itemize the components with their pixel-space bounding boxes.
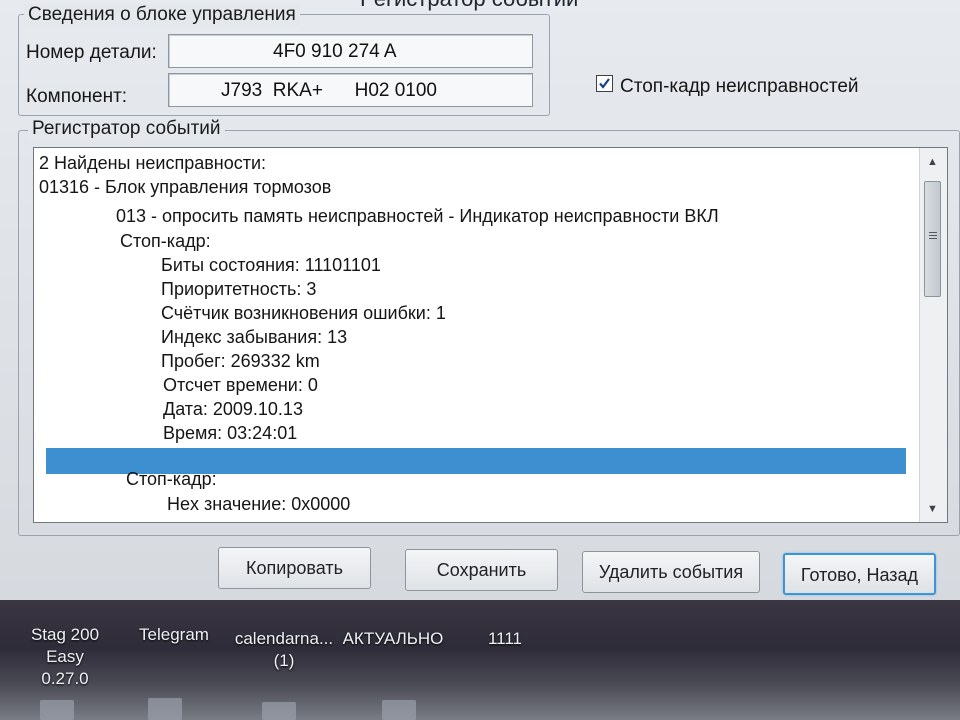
dialog-window: Регистратор событий Сведения о блоке упр… (0, 0, 960, 600)
log-line: 01316 - Блок управления тормозов (39, 177, 332, 197)
component-label: Компонент: (26, 86, 128, 107)
taskbar-item-sublabel: (1) (273, 651, 295, 670)
part-number-label: Номер детали: (26, 42, 157, 63)
desktop-icon[interactable] (148, 698, 182, 720)
grip-line (929, 238, 937, 239)
log-line: Индекс забывания: 13 (161, 327, 348, 347)
save-button[interactable]: Сохранить (405, 549, 558, 591)
log-scrollbar[interactable]: ▲ ▼ (919, 148, 947, 522)
log-line: Время: 03:24:01 (163, 423, 298, 443)
log-line: Приоритетность: 3 (161, 279, 317, 299)
freeze-frame-checkbox[interactable] (596, 75, 613, 92)
grip-line (929, 235, 937, 236)
scroll-down-icon[interactable]: ▼ (927, 503, 938, 515)
taskbar-item-stag[interactable]: Stag 200 Easy 0.27.0 (10, 624, 120, 690)
log-line: Отсчет времени: 0 (163, 375, 318, 395)
scroll-up-icon[interactable]: ▲ (927, 156, 938, 168)
part-number-field: 4F0 910 274 A (168, 34, 533, 68)
copy-button[interactable]: Копировать (218, 547, 371, 589)
log-line: 013 - опросить память неисправностей - И… (116, 206, 719, 226)
log-line: Пробег: 269332 km (161, 351, 320, 371)
grip-line (929, 232, 937, 233)
taskbar-item-calendarna[interactable]: calendarna... (1) (228, 628, 340, 672)
window-title: Регистратор событий (360, 0, 578, 12)
desktop-taskbar: Stag 200 Easy 0.27.0 Telegram calendarna… (0, 600, 960, 720)
taskbar-item-aktualno[interactable]: АКТУАЛЬНО (340, 628, 446, 650)
delete-events-button[interactable]: Удалить события (582, 551, 760, 593)
taskbar-item-1111[interactable]: 1111 (470, 628, 540, 650)
done-back-button[interactable]: Готово, Назад (783, 553, 936, 595)
checkmark-icon (599, 78, 610, 89)
log-line: Стоп-кадр: (126, 469, 217, 489)
taskbar-item-telegram[interactable]: Telegram (128, 624, 220, 646)
event-log-textbox[interactable]: 2 Найдены неисправности: 01316 - Блок уп… (33, 147, 948, 523)
log-line: Биты состояния: 11101101 (161, 255, 381, 275)
desktop-icon[interactable] (382, 700, 416, 720)
event-log-legend: Регистратор событий (28, 118, 225, 140)
scrollbar-thumb[interactable] (924, 181, 941, 297)
log-line: 2 Найдены неисправности: (39, 153, 267, 173)
control-info-legend: Сведения о блоке управления (24, 4, 300, 26)
taskbar-item-label: АКТУАЛЬНО (342, 629, 444, 648)
taskbar-item-label: Stag 200 Easy (30, 625, 100, 666)
desktop-icon[interactable] (262, 702, 296, 720)
log-line: Дата: 2009.10.13 (163, 399, 303, 419)
log-line: Hex значение: 0x0000 (167, 494, 351, 514)
component-field: J793 RKA+ H02 0100 (168, 73, 533, 107)
log-line: Стоп-кадр: (120, 231, 211, 251)
taskbar-item-sublabel: 0.27.0 (41, 669, 89, 688)
taskbar-item-label: calendarna... (234, 629, 334, 648)
taskbar-item-label: 1111 (487, 629, 523, 648)
taskbar-item-label: Telegram (139, 625, 209, 644)
desktop-icon[interactable] (40, 700, 74, 720)
log-line: Счётчик возникновения ошибки: 1 (161, 303, 446, 323)
freeze-frame-label[interactable]: Стоп-кадр неисправностей (620, 76, 859, 98)
